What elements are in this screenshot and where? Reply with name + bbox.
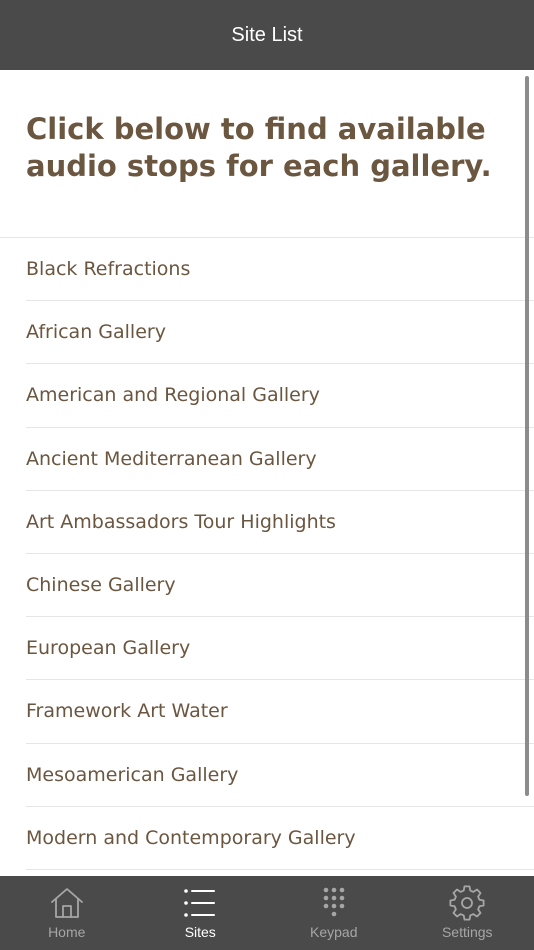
gallery-item-framework-art-water[interactable]: Framework Art Water: [0, 680, 534, 744]
gallery-item-european[interactable]: European Gallery: [0, 617, 534, 681]
gallery-item-ancient-mediterranean[interactable]: Ancient Mediterranean Gallery: [0, 428, 534, 491]
list-item-label: Framework Art Water: [26, 700, 228, 723]
tab-label: Keypad: [310, 924, 358, 940]
tab-settings[interactable]: Settings: [401, 876, 534, 950]
site-list-content[interactable]: Click below to find available audio stop…: [0, 70, 534, 876]
tab-keypad[interactable]: Keypad: [267, 876, 401, 950]
gallery-item-black-refractions[interactable]: Black Refractions: [0, 238, 534, 302]
gallery-item-african[interactable]: African Gallery: [0, 301, 534, 365]
tab-bar: Home Sites Keypad Settings: [0, 876, 534, 950]
list-icon: [184, 889, 216, 917]
gallery-list: Black Refractions African Gallery Americ…: [0, 238, 534, 870]
gallery-item-art-ambassadors[interactable]: Art Ambassadors Tour Highlights: [0, 491, 534, 554]
list-item-label: Ancient Mediterranean Gallery: [26, 447, 317, 470]
list-item-label: Mesoamerican Gallery: [26, 763, 239, 786]
list-item-label: American and Regional Gallery: [26, 384, 320, 407]
list-item-label: Black Refractions: [26, 258, 191, 280]
list-item-label: African Gallery: [26, 321, 166, 344]
home-icon: [50, 888, 83, 918]
list-item-label: Chinese Gallery: [26, 573, 176, 596]
tab-label: Home: [48, 924, 86, 940]
tab-home[interactable]: Home: [0, 876, 134, 950]
gallery-item-modern-contemporary[interactable]: Modern and Contemporary Gallery: [0, 807, 534, 870]
intro-heading: Click below to find available audio stop…: [26, 112, 492, 183]
list-item-label: Modern and Contemporary Gallery: [26, 826, 356, 849]
gear-icon: [449, 885, 485, 921]
scrollbar[interactable]: [525, 76, 529, 796]
tab-sites[interactable]: Sites: [134, 876, 268, 950]
keypad-icon: [323, 887, 345, 917]
tab-label: Sites: [184, 924, 216, 940]
list-item-label: European Gallery: [26, 637, 191, 660]
tab-label: Settings: [441, 924, 493, 940]
gallery-item-american-regional[interactable]: American and Regional Gallery: [0, 364, 534, 428]
list-item-label: Art Ambassadors Tour Highlights: [26, 510, 336, 533]
gallery-item-chinese[interactable]: Chinese Gallery: [0, 554, 534, 618]
page-title: Site List: [231, 23, 303, 46]
divider: [26, 868, 534, 870]
gallery-item-mesoamerican[interactable]: Mesoamerican Gallery: [0, 744, 534, 807]
nav-header: Site List: [0, 0, 534, 70]
